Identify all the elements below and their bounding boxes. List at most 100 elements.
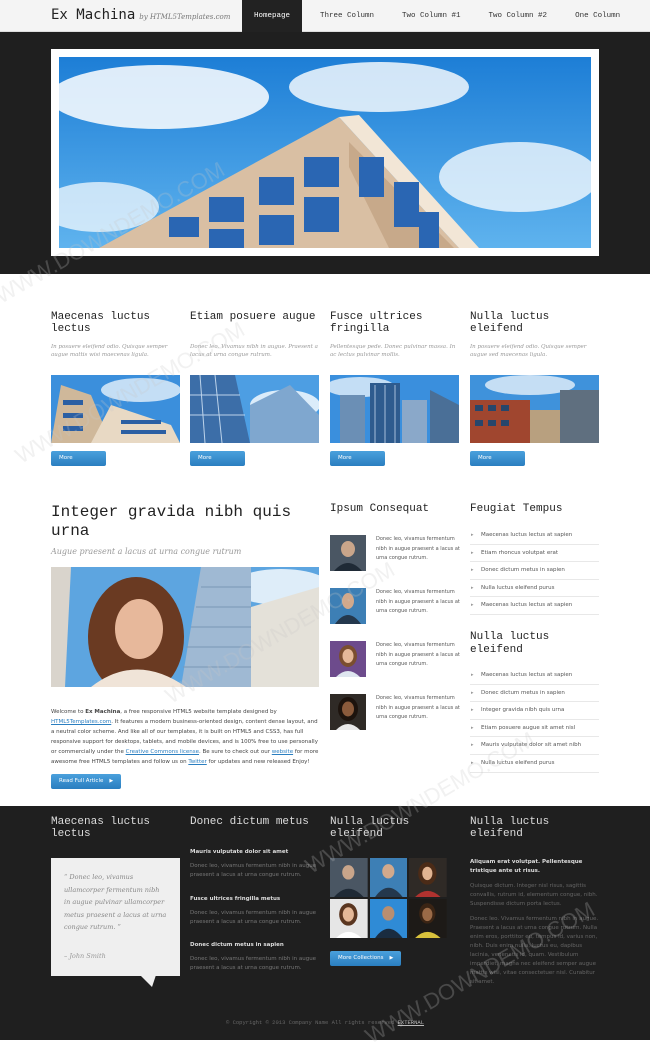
feature-thumbnail[interactable] [51,375,180,443]
list-item[interactable]: Donec leo, vivamus fermentum nibh in aug… [330,535,460,583]
footer-news-item[interactable]: Donec dictum metus in sapien Donec leo, … [190,942,319,973]
article-body: Welcome to Ex Machina, a free responsive… [51,709,319,765]
list-link[interactable]: Mauris vulputate dolor sit amet nibh [470,737,599,755]
footer-news-item[interactable]: Fusce ultrices fringilla metus Donec leo… [190,896,319,927]
footer-title: Donec dictum metus [190,816,309,828]
nav-two-column-2[interactable]: Two Column #2 [479,0,558,32]
website-link[interactable]: website [272,749,293,755]
nav-one-column[interactable]: One Column [565,0,630,32]
photo-thumbnail[interactable] [409,899,447,938]
list-item[interactable]: Donec leo, vivamus fermentum nibh in aug… [330,641,460,689]
feature-col-4: Nulla luctus eleifend In posuere eleifen… [470,311,599,476]
photo-grid [330,858,447,938]
read-full-article-button[interactable]: Read Full Article ▶ [51,774,122,789]
copyright: © Copyright © 2013 Company Name All righ… [225,1019,425,1026]
ipsum-consequat-section: Ipsum Consequat Donec leo, vivamus ferme… [330,503,460,730]
feature-desc: In posuere eleifend odio. Quisque semper… [470,344,587,358]
feugiat-tempus-section: Feugiat Tempus Maecenas luctus lectus at… [470,503,599,773]
nav-three-column[interactable]: Three Column [310,0,384,32]
list-link[interactable]: Donec dictum metus in sapien [470,685,599,703]
list-link[interactable]: Nulla luctus eleifend purus [470,755,599,773]
nav-homepage[interactable]: Homepage [242,0,303,32]
photo-thumbnail[interactable] [330,858,368,897]
arrow-right-icon: ▶ [389,955,394,961]
arrow-right-icon: ▶ [223,470,227,476]
avatar [330,641,366,677]
feature-thumbnail[interactable] [190,375,319,443]
credit-link[interactable]: EXTERNAL [398,1019,424,1026]
footer-text-block: Aliquam erat volutpat. Pellentesque tris… [470,858,599,987]
twitter-link[interactable]: Twitter [188,759,206,765]
feature-col-1: Maecenas luctus lectus In posuere eleife… [51,311,180,476]
arrow-right-icon: ▶ [84,470,88,476]
quote-text: “ Donec leo, vivamus ullamcorper ferment… [64,873,167,932]
feature-thumbnail[interactable] [470,375,599,443]
link-list: Maecenas luctus lectus at sapien Etiam r… [470,527,599,615]
more-details-button[interactable]: More Details ▶ [190,451,245,476]
link-list: Maecenas luctus lectus at sapien Donec d… [470,667,599,773]
list-link[interactable]: Maecenas luctus lectus at sapien [470,667,599,685]
banner [0,32,650,274]
feature-col-2: Etiam posuere augue Donec leo. Vivamus n… [190,311,319,476]
arrow-right-icon: ▶ [363,470,367,476]
avatar [330,694,366,730]
more-details-button[interactable]: More Details ▶ [330,451,385,476]
feature-desc: Donec leo. Vivamus nibh in augue. Praese… [190,344,318,358]
main-nav: Homepage Three Column Two Column #1 Two … [242,0,638,32]
arrow-right-icon: ▶ [503,470,507,476]
logo-text[interactable]: Ex Machina [51,7,135,23]
list-link[interactable]: Nulla luctus eleifend purus [470,580,599,598]
feature-desc: In posuere eleifend odio. Quisque semper… [51,344,168,358]
photo-thumbnail[interactable] [369,858,408,897]
more-details-button[interactable]: More Details ▶ [470,451,525,476]
photo-thumbnail[interactable] [409,858,447,897]
footer-title: Nulla luctus eleifend [470,816,550,840]
site-header: Ex Machina by HTML5Templates.com Homepage… [0,0,650,32]
testimonial-quote: “ Donec leo, vivamus ullamcorper ferment… [51,858,180,976]
feature-title: Fusce ultrices fringilla [330,311,423,335]
feature-title: Etiam posuere augue [190,311,316,323]
logo-byline: by HTML5Templates.com [139,13,231,21]
feature-col-3: Fusce ultrices fringilla Pellentesque pe… [330,311,459,476]
site-logo[interactable]: Ex Machina by HTML5Templates.com [51,7,230,23]
footer-paragraph: Donec leo. Vivamus fermentum nibh in aug… [470,916,599,985]
article-title: Integer gravida nibh quis urna [51,503,292,540]
list-link[interactable]: Etiam posuere augue sit amet nisl [470,720,599,738]
nav-two-column-1[interactable]: Two Column #1 [392,0,471,32]
photo-thumbnail[interactable] [369,899,408,938]
footer-lead: Aliquam erat volutpat. Pellentesque tris… [470,859,583,874]
list-link[interactable]: Etiam rhoncus volutpat erat [470,545,599,563]
footer-title: Maecenas luctus lectus [51,816,151,840]
footer-title: Nulla luctus eleifend [330,816,410,840]
photo-thumbnail[interactable] [330,899,368,938]
feature-title: Maecenas luctus lectus [51,311,151,335]
section-title: Nulla luctus eleifend [470,631,550,656]
quote-author: – John Smith [64,952,106,960]
feature-title: Nulla luctus eleifend [470,311,550,335]
feature-thumbnail[interactable] [330,375,459,443]
html5templates-link[interactable]: HTML5Templates.com [51,719,111,725]
arrow-right-icon: ▶ [109,778,114,784]
list-link[interactable]: Maecenas luctus lectus at sapien [470,597,599,615]
creative-commons-link[interactable]: Creative Commons license [126,749,199,755]
list-item[interactable]: Donec leo, vivamus fermentum nibh in aug… [330,588,460,636]
more-details-button[interactable]: More Details ▶ [51,451,106,476]
list-link[interactable]: Integer gravida nibh quis urna [470,702,599,720]
main-article: Integer gravida nibh quis urna Augue pra… [51,503,319,789]
quote-tail [140,975,156,987]
footer-news-item[interactable]: Mauris vulputate dolor sit amet Donec le… [190,849,319,880]
footer-paragraph: Quisque dictum. Integer nisl risus, sagi… [470,883,598,907]
article-image [51,567,319,687]
feature-desc: Pellentesque pede. Donec pulvinar massa.… [330,344,456,358]
list-item[interactable]: Donec leo, vivamus fermentum nibh in aug… [330,694,460,742]
banner-frame [39,49,599,256]
avatar [330,588,366,624]
section-title: Feugiat Tempus [470,503,563,515]
more-collections-button[interactable]: More Collections ▶ [330,951,402,966]
section-title: Ipsum Consequat [330,503,430,515]
list-link[interactable]: Maecenas luctus lectus at sapien [470,527,599,545]
avatar [330,535,366,571]
banner-image [39,57,599,248]
article-subtitle: Augue praesent a lacus at urna congue ru… [51,547,242,556]
list-link[interactable]: Donec dictum metus in sapien [470,562,599,580]
